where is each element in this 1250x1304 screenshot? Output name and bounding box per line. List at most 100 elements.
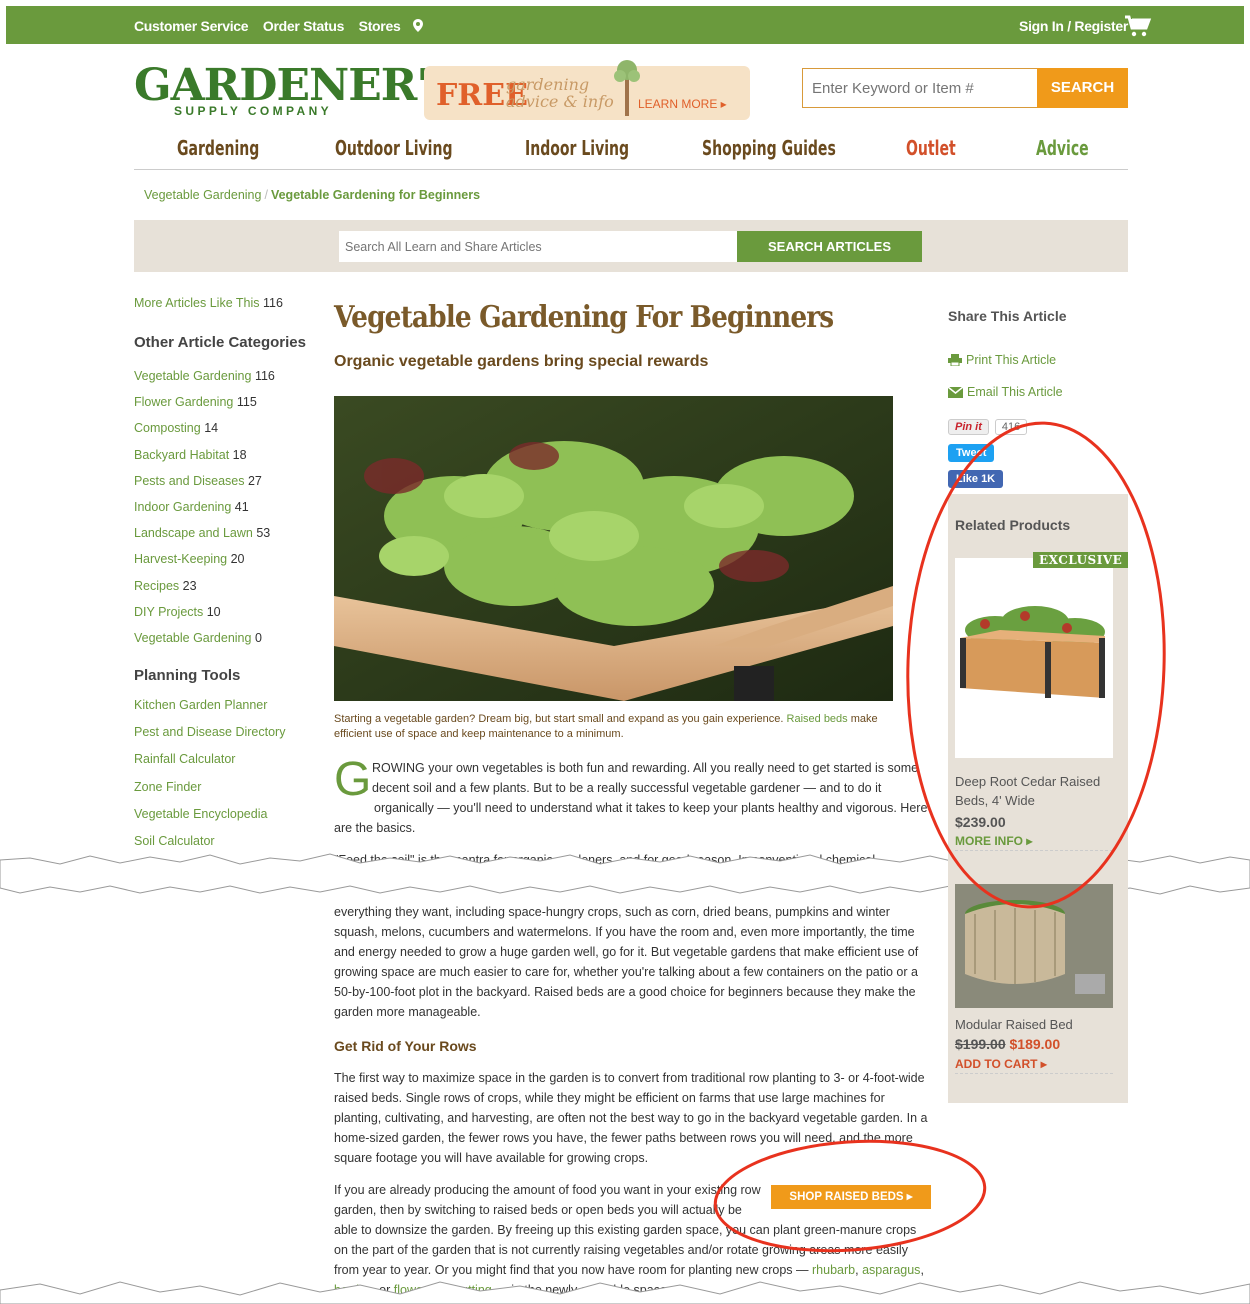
search-input[interactable] (803, 69, 1038, 107)
utility-links: Customer Service Order Status Stores (134, 18, 434, 34)
more-articles-link[interactable]: More Articles Like This 116 (134, 296, 314, 310)
intro-line-2: decent soil and a few plants. But to be … (372, 781, 882, 795)
categories-heading: Other Article Categories (134, 334, 306, 351)
category-item[interactable]: Landscape and Lawn 53 (134, 526, 314, 552)
nav-advice[interactable]: Advice (1036, 136, 1089, 160)
email-article-link[interactable]: Email This Article (948, 376, 1128, 408)
tool-vegetable-encyclopedia[interactable]: Vegetable Encyclopedia (134, 807, 314, 834)
category-item[interactable]: Flower Gardening 115 (134, 395, 314, 421)
caption-text-a: Starting a vegetable garden? Dream big, … (334, 713, 784, 725)
tool-zone-finder[interactable]: Zone Finder (134, 780, 314, 807)
caption-raised-beds-link[interactable]: Raised beds (787, 713, 848, 725)
facebook-like-button[interactable]: Like 1K (948, 470, 1004, 488)
intro-line-1: ROWING your own vegetables is both fun a… (372, 761, 919, 775)
map-pin-icon (413, 19, 424, 32)
cedar-raised-bed-image[interactable] (955, 558, 1113, 758)
nav-shopping-guides[interactable]: Shopping Guides (702, 136, 836, 160)
cart-icon[interactable] (1124, 14, 1152, 38)
stores-label: Stores (358, 18, 401, 34)
section-heading: Get Rid of Your Rows (334, 1038, 477, 1054)
raised-bed-photo (334, 396, 893, 701)
main-nav: Gardening Outdoor Living Indoor Living S… (134, 130, 1128, 170)
customer-service-link[interactable]: Customer Service (134, 18, 249, 34)
category-label: Pests and Diseases (134, 473, 245, 488)
rhubarb-link[interactable]: rhubarb (812, 1263, 855, 1277)
category-count: 53 (256, 526, 271, 541)
related-heading: Related Products (955, 517, 1071, 533)
intro-cut-line: "Feed the soil" is the mantra for organi… (334, 853, 876, 867)
tool-pest-disease-directory[interactable]: Pest and Disease Directory (134, 725, 314, 752)
article-body: everything they want, including space-hu… (334, 902, 931, 1304)
envelope-icon (948, 386, 963, 398)
category-item[interactable]: Composting 14 (134, 421, 314, 447)
category-item[interactable]: DIY Projects 10 (134, 605, 314, 631)
asparagus-link[interactable]: asparagus (862, 1263, 920, 1277)
print-article-link[interactable]: Print This Article (948, 344, 1128, 376)
category-item[interactable]: Recipes 23 (134, 579, 314, 605)
product-name[interactable]: Modular Raised Bed (955, 1015, 1120, 1034)
sale-price: $189.00 (1009, 1036, 1061, 1052)
search-button[interactable]: SEARCH (1037, 68, 1128, 108)
tool-kitchen-garden-planner[interactable]: Kitchen Garden Planner (134, 698, 314, 725)
category-count: 23 (182, 578, 197, 593)
tool-rainfall-calculator[interactable]: Rainfall Calculator (134, 752, 314, 779)
search-articles-button[interactable]: SEARCH ARTICLES (737, 231, 922, 262)
nav-gardening[interactable]: Gardening (177, 136, 259, 160)
add-to-cart-link[interactable]: ADD TO CART ▸ (955, 1057, 1113, 1074)
flowers-for-cutting-link[interactable]: flowers for cutting (394, 1283, 492, 1297)
intro-line-4: are the basics. (334, 821, 416, 835)
sign-in-link[interactable]: Sign In / Register (1019, 18, 1128, 34)
article-main: Vegetable Gardening For Beginners Organi… (334, 300, 930, 867)
promo-line-2: advice & info (506, 92, 614, 111)
learn-more-link[interactable]: LEARN MORE ▸ (638, 97, 727, 111)
category-count: 27 (247, 473, 262, 488)
site-search (802, 68, 1038, 108)
breadcrumb-current[interactable]: Vegetable Gardening for Beginners (271, 188, 480, 202)
category-count: 41 (234, 499, 249, 514)
order-status-link[interactable]: Order Status (263, 18, 345, 34)
site-logo[interactable]: GARDENER'S SUPPLY COMPANY (134, 64, 461, 119)
email-label: Email This Article (967, 385, 1063, 399)
more-info-link[interactable]: MORE INFO ▸ (955, 834, 1113, 851)
category-count: 115 (236, 395, 257, 410)
category-count: 116 (254, 369, 275, 383)
category-item[interactable]: Backyard Habitat 18 (134, 448, 314, 474)
category-label: Recipes (134, 578, 180, 593)
product-name[interactable]: Deep Root Cedar Raised Beds, 4' Wide (955, 772, 1120, 810)
printer-icon (948, 354, 962, 366)
intro-paragraph: G ROWING your own vegetables is both fun… (334, 753, 930, 870)
category-item[interactable]: Indoor Gardening 41 (134, 500, 314, 526)
share-heading: Share This Article (948, 308, 1067, 324)
category-item[interactable]: Harvest-Keeping 20 (134, 552, 314, 578)
tweet-button[interactable]: Tweet (948, 444, 995, 462)
tool-soil-calculator[interactable]: Soil Calculator (134, 834, 314, 861)
breadcrumb-parent[interactable]: Vegetable Gardening (144, 188, 261, 202)
print-label: Print This Article (966, 353, 1057, 367)
category-item[interactable]: Pests and Diseases 27 (134, 474, 314, 500)
pinterest-button[interactable]: Pin it (948, 419, 989, 435)
modular-raised-bed-image[interactable] (955, 884, 1113, 1008)
category-count: 0 (254, 630, 262, 645)
nav-outdoor-living[interactable]: Outdoor Living (335, 136, 453, 160)
shop-raised-beds-button[interactable]: SHOP RAISED BEDS ▸ (771, 1185, 931, 1209)
share-panel: Share This Article Print This Article Em… (948, 308, 1128, 492)
twitter-row: Tweet (948, 440, 1128, 466)
category-label: Vegetable Gardening (134, 369, 252, 383)
nav-outlet[interactable]: Outlet (906, 136, 956, 160)
para4-line-2: garden, then by switching to raised beds… (334, 1203, 742, 1217)
category-label: Landscape and Lawn (134, 526, 253, 541)
berries-link[interactable]: berries (334, 1283, 372, 1297)
advice-promo-banner[interactable]: FREE gardening advice & info LEARN MORE … (424, 60, 750, 120)
nav-indoor-living[interactable]: Indoor Living (525, 136, 629, 160)
drop-cap: G (334, 753, 372, 806)
category-item[interactable]: Vegetable Gardening 116 (134, 369, 314, 395)
category-item[interactable]: Vegetable Gardening 0 (134, 631, 314, 657)
stores-link[interactable]: Stores (359, 18, 424, 34)
exclusive-badge: EXCLUSIVE (1033, 552, 1129, 568)
article-title: Vegetable Gardening For Beginners (334, 300, 834, 335)
article-search-input[interactable] (339, 231, 737, 262)
category-label: Composting (134, 421, 201, 436)
category-count: 10 (206, 604, 221, 619)
product-price: $239.00 (955, 814, 1006, 830)
pinterest-row: Pin it 416 (948, 414, 1128, 440)
